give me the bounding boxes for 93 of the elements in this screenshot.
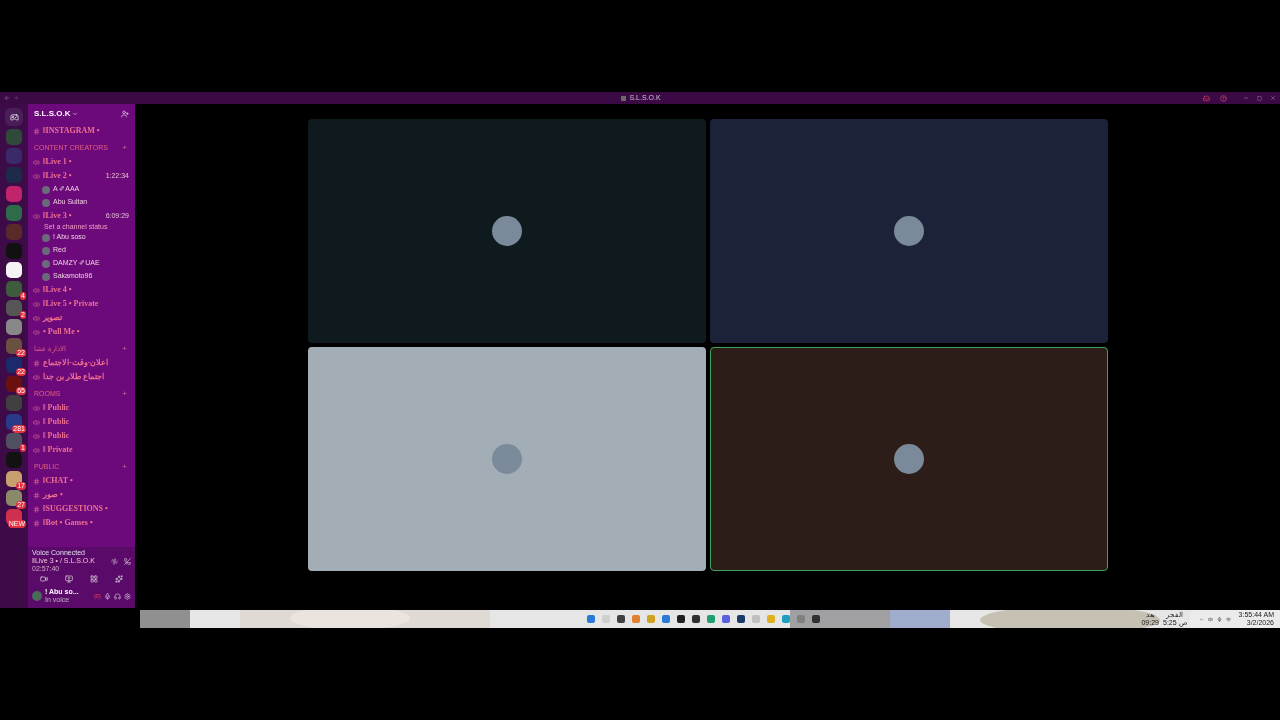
screen-share-icon[interactable] xyxy=(65,575,74,583)
speaker-icon xyxy=(33,418,40,426)
speaker-icon xyxy=(33,432,40,440)
channel-name: صور • xyxy=(43,489,63,501)
channel-name: ǁSUGGESTIONS • xyxy=(43,503,108,515)
channel-item[interactable]: ǁBot • Games • xyxy=(30,516,135,530)
channel-item[interactable]: ǁ Private xyxy=(30,443,135,457)
speaker-icon xyxy=(33,373,40,381)
video-tile[interactable] xyxy=(307,119,706,343)
headphones-icon[interactable] xyxy=(114,592,121,600)
channel-item[interactable]: ǁ Public xyxy=(30,415,135,429)
speaker-icon xyxy=(33,314,40,322)
volume-icon[interactable] xyxy=(1207,616,1213,622)
video-tile[interactable] xyxy=(709,347,1108,571)
noise-icon[interactable] xyxy=(111,557,118,565)
forward-icon[interactable] xyxy=(13,95,19,101)
channel-item[interactable]: ǁLive 4 • xyxy=(30,283,135,297)
disconnect-icon[interactable] xyxy=(124,557,131,565)
channel-name: ǁCHAT • xyxy=(43,475,73,487)
server-icon xyxy=(621,95,627,101)
channel-name: ǁBot • Games • xyxy=(43,517,93,529)
hash-icon xyxy=(33,491,40,499)
channel-item[interactable]: ǁ Public xyxy=(30,401,135,415)
camera-icon[interactable] xyxy=(40,575,49,583)
gamepad-icon[interactable] xyxy=(94,592,101,600)
channel-item[interactable]: ǁLive 5 • Private xyxy=(30,297,135,311)
participant-avatar xyxy=(893,216,924,246)
channel-item[interactable]: ǁSUGGESTIONS • xyxy=(30,502,135,516)
participant-avatar xyxy=(491,444,522,474)
channel-name: ǁ Public xyxy=(43,416,70,428)
network-icon[interactable] xyxy=(1225,616,1231,622)
add-channel-button[interactable]: + xyxy=(122,144,127,152)
hash-icon xyxy=(33,505,40,513)
home-button[interactable] xyxy=(5,108,23,126)
tray-chevron-icon[interactable] xyxy=(1198,616,1204,622)
channel-name: ǁLive 3 • xyxy=(43,210,72,222)
channel-item[interactable]: ǁLive 1 • xyxy=(30,155,135,169)
hash-icon xyxy=(33,519,40,527)
channel-name: • Pull Me • xyxy=(43,326,80,338)
channel-name: ǁ Public xyxy=(43,402,70,414)
channel-item[interactable]: • Pull Me • xyxy=(30,325,135,339)
add-channel-button[interactable]: + xyxy=(122,390,127,398)
activities-icon[interactable] xyxy=(89,575,98,583)
soundboard-icon[interactable] xyxy=(114,575,123,583)
add-channel-button[interactable]: + xyxy=(122,463,127,471)
help-icon[interactable] xyxy=(1220,94,1227,102)
microphone-icon[interactable] xyxy=(104,592,111,600)
speaker-icon xyxy=(33,212,40,220)
channel-item[interactable]: اعلان-وقت-الاجتماع xyxy=(30,356,135,370)
server-name[interactable]: S.L.S.O.K xyxy=(34,108,71,120)
channel-item[interactable]: ǁINSTAGRAM • xyxy=(30,124,135,138)
channel-item[interactable]: تصوير xyxy=(30,311,135,325)
settings-icon[interactable] xyxy=(124,592,131,600)
channel-item[interactable]: صور • xyxy=(30,488,135,502)
invite-icon[interactable] xyxy=(121,110,129,118)
participant-avatar xyxy=(893,444,924,474)
hash-icon xyxy=(33,127,40,135)
channel-name: ǁLive 4 • xyxy=(43,284,72,296)
channel-name: ǁLive 5 • Private xyxy=(43,298,99,310)
channel-name: ǁLive 2 • xyxy=(43,170,72,182)
microphone-icon[interactable] xyxy=(1216,616,1222,622)
channel-name: ǁLive 1 • xyxy=(43,156,72,168)
add-channel-button[interactable]: + xyxy=(122,345,127,353)
speaker-icon xyxy=(33,172,40,180)
server-icon[interactable] xyxy=(6,262,22,278)
hash-icon xyxy=(33,477,40,485)
participant-avatar xyxy=(491,216,522,246)
speaker-icon xyxy=(33,446,40,454)
channel-name: ǁINSTAGRAM • xyxy=(43,125,100,137)
maximize-icon[interactable] xyxy=(1257,95,1262,101)
channel-item[interactable]: ǁ Public xyxy=(30,429,135,443)
inbox-icon[interactable] xyxy=(1203,94,1210,102)
minimize-icon[interactable] xyxy=(1243,95,1249,101)
channel-item[interactable]: ǁCHAT • xyxy=(30,474,135,488)
video-tile[interactable] xyxy=(709,119,1108,343)
video-tile[interactable] xyxy=(307,347,706,571)
speaker-icon xyxy=(33,158,40,166)
close-icon[interactable] xyxy=(1270,95,1276,101)
speaker-icon xyxy=(33,300,40,308)
channel-name: ǁ Public xyxy=(43,430,70,442)
hash-icon xyxy=(33,359,40,367)
speaker-icon xyxy=(33,328,40,336)
user-avatar[interactable] xyxy=(32,591,42,601)
speaker-icon xyxy=(33,404,40,412)
channel-item[interactable]: اجتماع طلار بن جدا xyxy=(30,370,135,384)
chevron-icon[interactable] xyxy=(72,111,79,117)
channel-name: ǁ Private xyxy=(43,444,73,456)
speaker-icon xyxy=(33,286,40,294)
back-icon[interactable] xyxy=(4,95,10,101)
channel-name: اجتماع طلار بن جدا xyxy=(43,371,104,383)
channel-name: اعلان-وقت-الاجتماع xyxy=(43,357,109,369)
channel-name: تصوير xyxy=(43,312,62,324)
gamepad-icon xyxy=(9,112,19,122)
